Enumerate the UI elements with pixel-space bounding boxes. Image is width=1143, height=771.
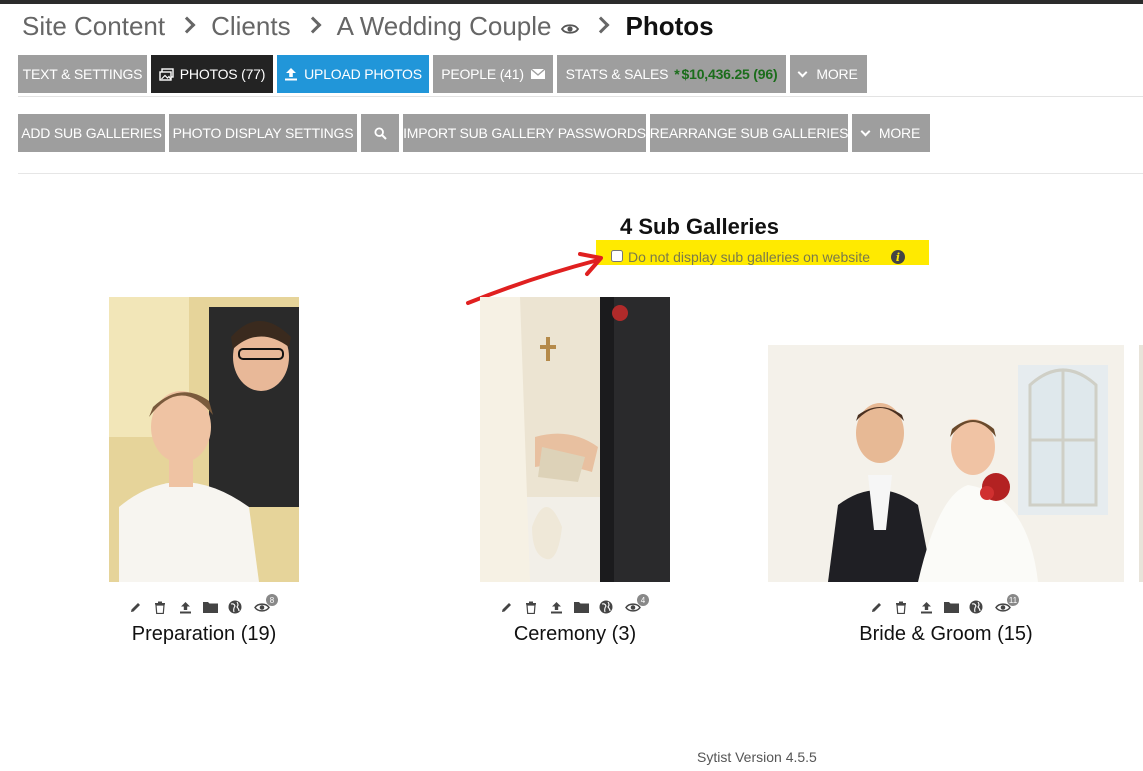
breadcrumb-clients[interactable]: Clients — [211, 11, 290, 42]
globe-icon[interactable] — [227, 599, 243, 615]
gallery-caption[interactable]: Preparation (19) — [104, 623, 304, 646]
divider — [18, 96, 1143, 97]
sales-total: * $10,436.25 (96) — [674, 66, 777, 82]
upload-icon[interactable] — [177, 599, 193, 615]
gallery-caption[interactable]: Ceremony (3) — [475, 623, 675, 646]
top-border — [0, 0, 1143, 4]
photos-tab-button[interactable]: PHOTOS (77) — [151, 55, 273, 93]
rearrange-sub-galleries-button[interactable]: REARRANGE SUB GALLERIES — [650, 114, 848, 152]
trash-icon[interactable] — [523, 599, 539, 615]
breadcrumb: Site Content Clients A Wedding Couple Ph… — [22, 8, 714, 44]
gallery-thumbnail-ceremony[interactable] — [480, 297, 670, 582]
gallery-actions: 11 — [868, 594, 1019, 615]
breadcrumb-gallery[interactable]: A Wedding Couple — [337, 11, 552, 42]
pencil-icon[interactable] — [498, 599, 514, 615]
people-label: PEOPLE (41) — [441, 66, 524, 82]
sales-amount-value: $10,436.25 (96) — [681, 66, 778, 82]
stats-sales-button[interactable]: STATS & SALES * $10,436.25 (96) — [557, 55, 786, 93]
people-button[interactable]: PEOPLE (41) — [433, 55, 553, 93]
add-sub-galleries-button[interactable]: ADD SUB GALLERIES — [18, 114, 165, 152]
pencil-icon[interactable] — [127, 599, 143, 615]
page-title: Photos — [625, 10, 714, 41]
more-label: MORE — [816, 66, 858, 82]
gallery-thumbnail-preparation[interactable] — [109, 297, 299, 582]
photo-display-settings-button[interactable]: PHOTO DISPLAY SETTINGS — [169, 114, 357, 152]
chevron-down-icon — [860, 126, 871, 136]
sales-star: * — [674, 66, 680, 82]
hide-sub-galleries-checkbox[interactable] — [611, 250, 623, 262]
gallery-actions: 4 — [498, 594, 649, 615]
more-button-secondary[interactable]: MORE — [852, 114, 930, 152]
gallery-thumbnail-bride-groom[interactable] — [768, 345, 1124, 582]
info-icon[interactable]: i — [891, 250, 905, 264]
views-badge: 11 — [1007, 594, 1019, 606]
views-badge: 4 — [637, 594, 649, 606]
gallery-caption[interactable]: Bride & Groom (15) — [846, 623, 1046, 646]
text-settings-button[interactable]: TEXT & SETTINGS — [18, 55, 147, 93]
chevron-right-icon — [304, 16, 322, 34]
trash-icon[interactable] — [893, 599, 909, 615]
search-icon — [373, 126, 387, 140]
folder-icon[interactable] — [202, 599, 218, 615]
folder-icon[interactable] — [943, 599, 959, 615]
chevron-right-icon — [592, 16, 610, 34]
trash-icon[interactable] — [152, 599, 168, 615]
envelope-icon — [530, 69, 545, 79]
eye-icon[interactable]: 4 — [623, 594, 649, 615]
chevron-down-icon — [797, 67, 808, 77]
stats-sales-label: STATS & SALES — [565, 66, 669, 82]
globe-icon[interactable] — [598, 599, 614, 615]
sub-galleries-heading: 4 Sub Galleries — [620, 214, 779, 239]
eye-icon[interactable]: 8 — [252, 594, 278, 615]
gallery-thumbnail-partial[interactable] — [1139, 345, 1143, 582]
upload-icon — [284, 67, 298, 81]
version-text: Sytist Version 4.5.5 — [697, 749, 817, 765]
eye-icon[interactable] — [561, 23, 580, 35]
import-passwords-label: IMPORT SUB GALLERY PASSWORDS — [403, 125, 646, 141]
more-label-secondary: MORE — [878, 125, 921, 141]
add-sub-galleries-label: ADD SUB GALLERIES — [21, 125, 162, 141]
eye-icon[interactable]: 11 — [993, 594, 1019, 615]
chevron-right-icon — [178, 16, 196, 34]
photos-icon — [159, 67, 174, 81]
gallery-actions: 8 — [127, 594, 278, 615]
hide-sub-galleries-label: Do not display sub galleries on website — [628, 249, 871, 265]
upload-icon[interactable] — [548, 599, 564, 615]
more-button[interactable]: MORE — [790, 55, 867, 93]
divider — [18, 173, 1143, 174]
text-settings-label: TEXT & SETTINGS — [22, 66, 143, 82]
upload-photos-label: UPLOAD PHOTOS — [304, 66, 422, 82]
photo-display-settings-label: PHOTO DISPLAY SETTINGS — [172, 125, 354, 141]
search-button[interactable] — [361, 114, 399, 152]
globe-icon[interactable] — [968, 599, 984, 615]
photos-label: PHOTOS (77) — [179, 66, 266, 82]
import-sub-gallery-passwords-button[interactable]: IMPORT SUB GALLERY PASSWORDS — [403, 114, 646, 152]
breadcrumb-site-content[interactable]: Site Content — [22, 11, 165, 42]
upload-icon[interactable] — [918, 599, 934, 615]
folder-icon[interactable] — [573, 599, 589, 615]
pencil-icon[interactable] — [868, 599, 884, 615]
views-badge: 8 — [266, 594, 278, 606]
rearrange-label: REARRANGE SUB GALLERIES — [649, 125, 849, 141]
upload-photos-button[interactable]: UPLOAD PHOTOS — [277, 55, 429, 93]
